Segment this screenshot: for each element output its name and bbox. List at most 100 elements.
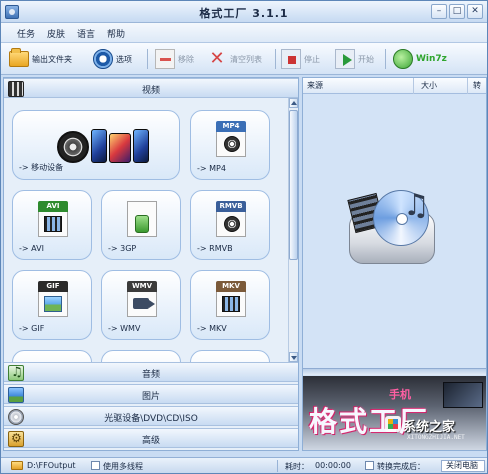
tile-label: -> MP4	[197, 164, 226, 173]
close-button[interactable]: ✕	[467, 4, 483, 19]
elapsed-value: 00:00:00	[315, 461, 351, 470]
scroll-up-button[interactable]	[289, 98, 298, 108]
toolbar-divider	[385, 49, 386, 69]
tile-avi[interactable]: AVI -> AVI	[12, 190, 92, 260]
tile-wmv[interactable]: WMV -> WMV	[101, 270, 181, 340]
category-video[interactable]: 视频	[4, 78, 298, 98]
title-bar[interactable]: 格式工厂 3.1.1 – □ ✕	[1, 1, 487, 23]
tile-mobile-device[interactable]: -> 移动设备	[12, 110, 180, 180]
avi-file-icon: AVI	[38, 201, 68, 237]
tile-label: -> RMVB	[197, 244, 233, 253]
tile-3gp[interactable]: -> 3GP	[101, 190, 181, 260]
category-rom-device[interactable]: 光驱设备\DVD\CD\ISO	[4, 406, 298, 426]
format-factory-logo-icon: ♫	[343, 178, 443, 274]
status-divider	[277, 460, 278, 472]
folder-icon	[9, 48, 29, 67]
tile-mkv[interactable]: MKV -> MKV	[190, 270, 270, 340]
gif-file-icon: GIF	[38, 281, 68, 317]
mp4-file-icon: MP4	[216, 121, 246, 157]
tile-rmvb[interactable]: RMVB -> RMVB	[190, 190, 270, 260]
status-bar: D:\FFOutput 使用多线程 耗时： 00:00:00 转换完成后： 关闭…	[1, 457, 487, 473]
remove-icon	[155, 49, 175, 69]
tile-gif[interactable]: GIF -> GIF	[12, 270, 92, 340]
rmvb-file-icon: RMVB	[216, 201, 246, 237]
options-button[interactable]: 选项	[93, 47, 132, 71]
window-title: 格式工厂 3.1.1	[199, 7, 289, 20]
app-window: 格式工厂 3.1.1 – □ ✕ 任务 皮肤 语言 帮助 输出文件夹 选项 移除…	[0, 0, 488, 474]
start-icon	[335, 49, 355, 69]
multithread-checkbox[interactable]	[91, 461, 100, 470]
category-rom-label: 光驱设备\DVD\CD\ISO	[104, 414, 198, 424]
toolbar-divider	[147, 49, 148, 69]
list-header: 来源 大小 转	[303, 78, 486, 94]
output-folder-label: 输出文件夹	[32, 54, 72, 64]
clear-list-button[interactable]: ✕ 清空列表	[207, 47, 262, 71]
options-icon	[93, 49, 113, 69]
column-size[interactable]: 大小	[421, 80, 437, 91]
after-convert-select[interactable]: 关闭电脑	[441, 460, 485, 472]
menu-task[interactable]: 任务	[17, 27, 35, 40]
menu-help[interactable]: 帮助	[107, 27, 125, 40]
start-button[interactable]: 开始	[335, 47, 374, 71]
mobile-device-icon	[57, 125, 149, 169]
remove-button[interactable]: 移除	[155, 47, 194, 71]
task-list-panel: 来源 大小 转 ♫ 手机 格式工厂 系统之家 XITONGZHIJIA.NET	[302, 77, 487, 451]
watermark-logo-icon	[385, 416, 401, 432]
watermark-url: XITONGZHIJIA.NET	[407, 434, 465, 441]
clear-icon: ✕	[209, 48, 225, 69]
column-convert[interactable]: 转	[473, 80, 481, 91]
stop-icon	[281, 49, 301, 69]
menu-language[interactable]: 语言	[77, 27, 95, 40]
column-divider	[467, 78, 468, 94]
tile-label: -> GIF	[19, 324, 45, 333]
category-picture-label: 图片	[141, 392, 160, 402]
tile-label: -> 移动设备	[19, 163, 64, 172]
window-controls: – □ ✕	[431, 4, 483, 19]
stop-button[interactable]: 停止	[281, 47, 320, 71]
category-video-label: 视频	[141, 86, 160, 96]
tile-label: -> MKV	[197, 324, 227, 333]
tile-mp4[interactable]: MP4 -> MP4	[190, 110, 270, 180]
watermark-text: 系统之家	[403, 420, 456, 435]
options-label: 选项	[116, 54, 132, 64]
after-convert-label: 转换完成后：	[377, 462, 425, 471]
conversion-panel: 视频 -> 移动设备 MP4 -> MP4 AVI -> AVI -> 3GP …	[3, 77, 299, 451]
menu-bar: 任务 皮肤 语言 帮助	[1, 23, 487, 43]
output-path[interactable]: D:\FFOutput	[27, 461, 76, 470]
after-convert-checkbox[interactable]	[365, 461, 374, 470]
3gp-file-icon	[127, 201, 157, 237]
tile-partial[interactable]	[101, 350, 181, 362]
tile-label: -> AVI	[19, 244, 44, 253]
category-advanced-label: 高级	[141, 436, 160, 446]
menu-skin[interactable]: 皮肤	[47, 27, 65, 40]
elapsed-label: 耗时：	[285, 462, 309, 471]
tile-partial[interactable]	[190, 350, 270, 362]
scroll-down-button[interactable]	[289, 352, 298, 362]
output-folder-button[interactable]: 输出文件夹	[9, 47, 72, 71]
clear-list-label: 清空列表	[230, 54, 262, 64]
column-divider	[413, 78, 414, 94]
category-audio[interactable]: 音频	[4, 362, 298, 382]
category-advanced[interactable]: 高级	[4, 428, 298, 448]
scroll-thumb[interactable]	[289, 110, 298, 260]
tile-label: -> WMV	[108, 324, 141, 333]
preview-scroller[interactable]	[303, 368, 486, 375]
toolbar: 输出文件夹 选项 移除 ✕ 清空列表 停止 开始 Win7z	[1, 43, 487, 75]
video-format-grid: -> 移动设备 MP4 -> MP4 AVI -> AVI -> 3GP RMV…	[4, 98, 288, 362]
maximize-button[interactable]: □	[449, 4, 465, 19]
tile-partial[interactable]	[12, 350, 92, 362]
category-audio-label: 音频	[141, 370, 160, 380]
column-source[interactable]: 来源	[307, 80, 323, 91]
win7-button[interactable]: Win7z	[393, 47, 447, 71]
win7-icon	[393, 49, 413, 69]
mkv-file-icon: MKV	[216, 281, 246, 317]
vertical-scrollbar[interactable]	[288, 98, 298, 362]
tile-label: -> 3GP	[108, 244, 137, 253]
win7-label: Win7z	[416, 54, 447, 64]
output-folder-icon	[11, 461, 23, 470]
minimize-button[interactable]: –	[431, 4, 447, 19]
start-label: 开始	[358, 54, 374, 64]
category-picture[interactable]: 图片	[4, 384, 298, 404]
ad-banner[interactable]: 手机 格式工厂 系统之家 XITONGZHIJIA.NET	[303, 376, 486, 450]
stop-label: 停止	[304, 54, 320, 64]
